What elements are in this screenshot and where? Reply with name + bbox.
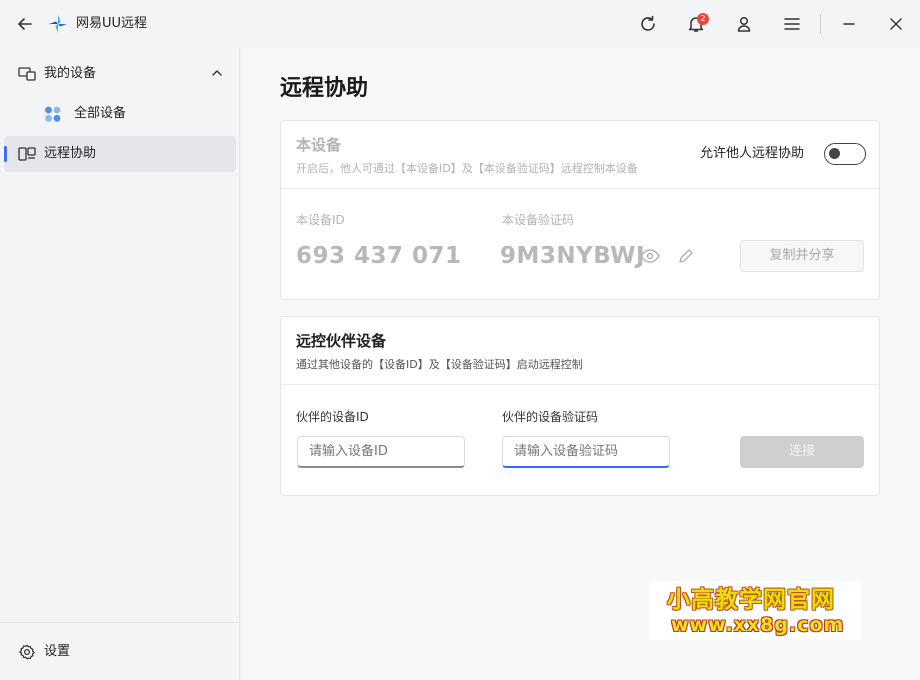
partner-code-input[interactable]: [502, 436, 670, 468]
page-title: 远程协助: [280, 76, 369, 101]
title-bar: 网易UU远程 2: [0, 0, 920, 48]
this-device-card: 本设备 开启后，他人可通过【本设备ID】及【本设备验证码】远程控制本设备 允许他…: [280, 120, 880, 300]
titlebar-separator: [820, 14, 821, 34]
devices-icon: [18, 67, 36, 81]
eye-icon: [640, 249, 660, 263]
connect-button[interactable]: 连接: [740, 436, 864, 468]
sidebar-item-my-devices[interactable]: 我的设备: [4, 56, 236, 92]
partner-device-desc: 通过其他设备的【设备ID】及【设备验证码】启动远程控制: [296, 358, 583, 371]
arrow-left-icon: [18, 18, 32, 30]
sidebar: 我的设备 全部设备 远程协助 设置: [0, 48, 240, 680]
menu-button[interactable]: [779, 12, 805, 36]
account-button[interactable]: [731, 12, 757, 36]
watermark-line2: www.xx8g.com: [671, 614, 845, 636]
device-code-label: 本设备验证码: [502, 213, 575, 227]
sidebar-item-settings[interactable]: 设置: [4, 634, 236, 670]
this-device-desc: 开启后，他人可通过【本设备ID】及【本设备验证码】远程控制本设备: [296, 162, 638, 175]
partner-id-label: 伙伴的设备ID: [296, 410, 369, 424]
device-code-value: 9M3NYBWJ: [500, 243, 645, 269]
notifications-button[interactable]: 2: [683, 12, 709, 36]
back-button[interactable]: [12, 12, 38, 36]
sidebar-item-remote-assist[interactable]: 远程协助: [4, 136, 236, 172]
chevron-up-icon: [212, 70, 222, 76]
sidebar-item-all-devices[interactable]: 全部设备: [4, 96, 236, 132]
user-icon: [737, 16, 751, 32]
grid-dots-icon: [45, 106, 61, 122]
sidebar-item-label: 远程协助: [44, 146, 97, 161]
watermark-line1: 小高教学网官网: [667, 587, 835, 613]
refresh-icon: [641, 15, 655, 31]
partner-device-header: 远控伙伴设备 通过其他设备的【设备ID】及【设备验证码】启动远程控制: [281, 317, 879, 385]
minimize-icon: [843, 23, 855, 25]
close-button[interactable]: [883, 12, 909, 36]
notification-badge: 2: [697, 13, 709, 25]
minimize-button[interactable]: [836, 12, 862, 36]
this-device-header: 本设备 开启后，他人可通过【本设备ID】及【本设备验证码】远程控制本设备 允许他…: [281, 121, 879, 189]
sidebar-item-label: 全部设备: [74, 106, 127, 121]
show-code-button[interactable]: [639, 245, 661, 267]
sidebar-item-label: 我的设备: [44, 66, 97, 81]
close-icon: [890, 18, 902, 30]
hamburger-menu-icon: [784, 18, 800, 30]
sidebar-item-label: 设置: [44, 644, 71, 659]
device-id-label: 本设备ID: [296, 213, 345, 227]
partner-id-input[interactable]: [297, 436, 465, 468]
edit-code-button[interactable]: [675, 245, 697, 267]
copy-share-button[interactable]: 复制并分享: [740, 240, 864, 272]
app-title: 网易UU远程: [76, 16, 148, 31]
pencil-icon: [679, 249, 693, 263]
toggle-knob: [829, 148, 840, 159]
allow-remote-label: 允许他人远程协助: [700, 146, 805, 161]
app-logo-icon: [48, 14, 68, 34]
refresh-button[interactable]: [635, 12, 661, 36]
partner-code-label: 伙伴的设备验证码: [502, 410, 599, 424]
watermark: 小高教学网官网 www.xx8g.com: [649, 581, 862, 640]
this-device-title: 本设备: [296, 136, 342, 154]
allow-remote-toggle[interactable]: [824, 143, 866, 165]
gear-icon: [19, 644, 35, 660]
sidebar-divider: [0, 622, 240, 623]
remote-assist-icon: [18, 147, 36, 161]
device-id-value: 693 437 071: [296, 243, 462, 269]
partner-device-card: 远控伙伴设备 通过其他设备的【设备ID】及【设备验证码】启动远程控制 伙伴的设备…: [280, 316, 880, 496]
partner-device-title: 远控伙伴设备: [296, 332, 387, 350]
